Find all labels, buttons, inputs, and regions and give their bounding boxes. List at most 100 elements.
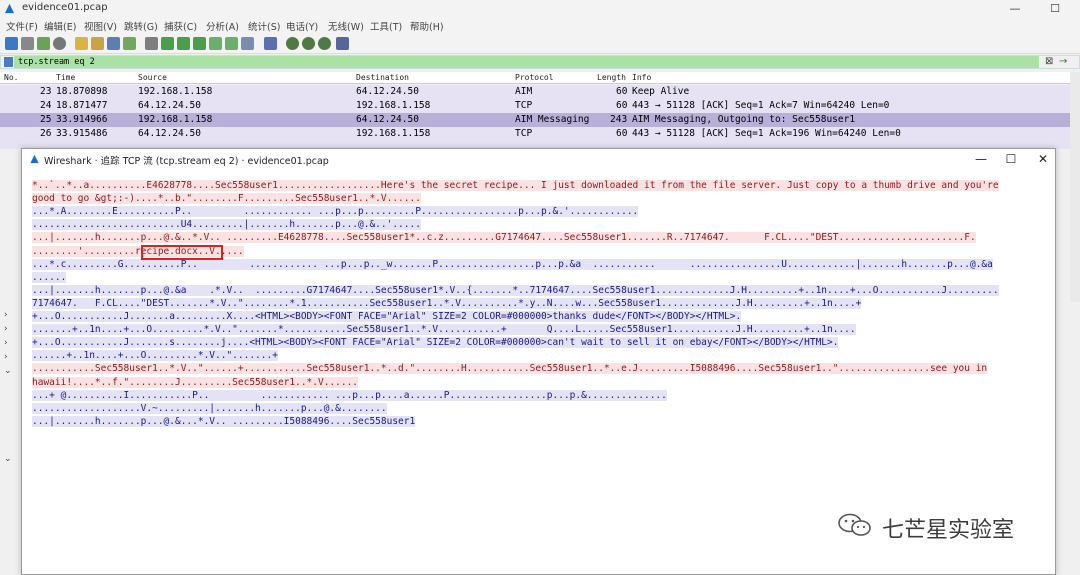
find-packet-icon[interactable]	[145, 37, 158, 50]
packet-details-pane: › › › › ⌄ ⌄	[0, 300, 22, 575]
packet-row[interactable]: 25 33.914966 192.168.1.158 64.12.24.50 A…	[0, 113, 1070, 127]
packet-length: 60	[616, 100, 628, 111]
menu-wireless[interactable]: 无线(W)	[328, 19, 364, 33]
autoscroll-icon[interactable]	[241, 37, 254, 50]
packet-time: 33.915486	[56, 128, 108, 139]
tree-expander-icon[interactable]: ⌄	[4, 366, 12, 376]
display-filter-input[interactable]: tcp.stream eq 2	[18, 57, 95, 67]
dialog-maximize-button[interactable]: ☐	[996, 150, 1026, 168]
stream-line-text: +...O...........J.......s........j....<H…	[32, 337, 839, 349]
tree-expander-icon[interactable]: ›	[4, 352, 8, 362]
packet-row[interactable]: 24 18.871477 64.12.24.50 192.168.1.158 T…	[0, 99, 1070, 113]
packet-source: 192.168.1.158	[138, 86, 213, 97]
packet-protocol: TCP	[515, 100, 533, 111]
go-back-icon[interactable]	[161, 37, 174, 50]
menu-analyze[interactable]: 分析(A)	[206, 19, 239, 33]
stream-line: ...|.......h.......p...@.&..*.V.. ......…	[32, 231, 976, 244]
tree-expander-icon[interactable]: ›	[4, 310, 8, 320]
last-packet-icon[interactable]	[225, 37, 238, 50]
col-length[interactable]: Length	[597, 73, 626, 82]
menu-bar: 文件(F) 编辑(E) 视图(V) 跳转(G) 捕获(C) 分析(A) 统计(S…	[0, 17, 1080, 34]
zoom-reset-icon[interactable]	[318, 37, 331, 50]
clear-filter-icon[interactable]: ⊠	[1045, 56, 1053, 67]
stream-line: ...........Sec558user1..*.V.."......+...…	[32, 362, 988, 375]
col-protocol[interactable]: Protocol	[515, 73, 554, 82]
menu-telephony[interactable]: 电话(Y)	[286, 19, 318, 33]
watermark-text: 七芒星实验室	[882, 518, 1015, 543]
stream-line: hawaii!....*..f."........J.........Sec55…	[32, 376, 359, 389]
open-file-icon[interactable]	[75, 37, 88, 50]
menu-tools[interactable]: 工具(T)	[370, 19, 402, 33]
tree-expander-icon[interactable]: ⌄	[4, 454, 12, 464]
restart-capture-icon[interactable]	[37, 37, 50, 50]
stream-line-text: ...*.c.........G..........P.. ..........…	[32, 258, 993, 270]
stream-line-text: ...|.......h.......p...@.&..*.V.. ......…	[32, 232, 976, 244]
maximize-button[interactable]: ☐	[1040, 0, 1070, 17]
go-forward-icon[interactable]	[177, 37, 190, 50]
wechat-icon	[838, 513, 871, 536]
menu-help[interactable]: 帮助(H)	[410, 19, 444, 33]
dialog-close-button[interactable]: ✕	[1028, 150, 1058, 168]
packet-destination: 64.12.24.50	[356, 114, 419, 125]
minimize-button[interactable]: —	[1000, 0, 1030, 17]
main-toolbar	[0, 34, 1080, 54]
colorize-icon[interactable]	[264, 37, 277, 50]
stream-line-text: *..`..*..a..........E4628778....Sec558us…	[32, 180, 999, 191]
dialog-minimize-button[interactable]: —	[966, 150, 996, 168]
menu-edit[interactable]: 编辑(E)	[44, 19, 76, 33]
packet-time: 18.871477	[56, 100, 108, 111]
tree-expander-icon[interactable]: ›	[4, 338, 8, 348]
stream-line-text: good to go &gt;:-)....*..b."........F...…	[32, 193, 421, 205]
stream-line-text: 7174647. F.CL...."DEST.......*.V..".....…	[32, 297, 862, 309]
bookmark-icon[interactable]	[4, 57, 13, 67]
menu-go[interactable]: 跳转(G)	[124, 19, 158, 33]
tree-expander-icon[interactable]: ›	[4, 324, 8, 334]
col-no[interactable]: No.	[4, 73, 18, 82]
menu-view[interactable]: 视图(V)	[84, 19, 117, 33]
packet-destination: 192.168.1.158	[356, 100, 431, 111]
stream-line-text: ...........Sec558user1..*.V.."......+...…	[32, 363, 988, 375]
packet-no: 26	[40, 128, 52, 139]
stream-line: ...|.......h.......p...@.&...*.V.. .....…	[32, 415, 416, 428]
follow-tcp-stream-dialog: Wireshark · 追踪 TCP 流 (tcp.stream eq 2) ·…	[21, 148, 1056, 575]
stream-line-text: ...................V.~.........|.......h…	[32, 402, 387, 414]
zoom-out-icon[interactable]	[302, 37, 315, 50]
menu-file[interactable]: 文件(F)	[6, 19, 38, 33]
packet-time: 33.914966	[56, 114, 108, 125]
stream-line: ..........................U4.........|..…	[32, 218, 421, 231]
packet-row[interactable]: 26 33.915486 64.12.24.50 192.168.1.158 T…	[0, 127, 1070, 141]
reload-file-icon[interactable]	[123, 37, 136, 50]
stream-line: ...|.......h.......p...@.&a .*.V.. .....…	[32, 284, 999, 297]
close-file-icon[interactable]	[107, 37, 120, 50]
packet-list-scrollbar[interactable]	[1070, 72, 1080, 302]
window-title: evidence01.pcap	[22, 2, 108, 13]
capture-options-icon[interactable]	[53, 37, 66, 50]
stream-line: +...O...........J.......a.........X....<…	[32, 310, 742, 323]
packet-protocol: AIM	[515, 86, 533, 97]
packet-time: 18.870898	[56, 86, 108, 97]
col-source[interactable]: Source	[138, 73, 167, 82]
stop-capture-icon[interactable]	[21, 37, 34, 50]
stream-line-text: ...+ @..........I...........P.. ........…	[32, 389, 667, 401]
col-info[interactable]: Info	[632, 73, 651, 82]
zoom-in-icon[interactable]	[286, 37, 299, 50]
resize-columns-icon[interactable]	[336, 37, 349, 50]
start-capture-icon[interactable]	[5, 37, 18, 50]
packet-info: AIM Messaging, Outgoing to: Sec558user1	[632, 114, 856, 125]
stream-line-text: ......	[32, 271, 67, 283]
dialog-title-bar: Wireshark · 追踪 TCP 流 (tcp.stream eq 2) ·…	[22, 149, 1055, 169]
menu-statistics[interactable]: 统计(S)	[248, 19, 280, 33]
col-time[interactable]: Time	[56, 73, 75, 82]
go-to-packet-icon[interactable]	[193, 37, 206, 50]
wireshark-fin-icon	[30, 154, 39, 164]
menu-capture[interactable]: 捕获(C)	[164, 19, 197, 33]
apply-filter-icon[interactable]: →	[1059, 56, 1067, 67]
packet-length: 243	[610, 114, 628, 125]
save-file-icon[interactable]	[91, 37, 104, 50]
recipe-docx-highlight-box	[141, 245, 223, 260]
col-destination[interactable]: Destination	[356, 73, 409, 82]
packet-info: 443 → 51128 [ACK] Seq=1 Ack=196 Win=6424…	[632, 128, 901, 139]
packet-row[interactable]: 23 18.870898 192.168.1.158 64.12.24.50 A…	[0, 85, 1070, 99]
packet-no: 23	[40, 86, 52, 97]
first-packet-icon[interactable]	[209, 37, 222, 50]
